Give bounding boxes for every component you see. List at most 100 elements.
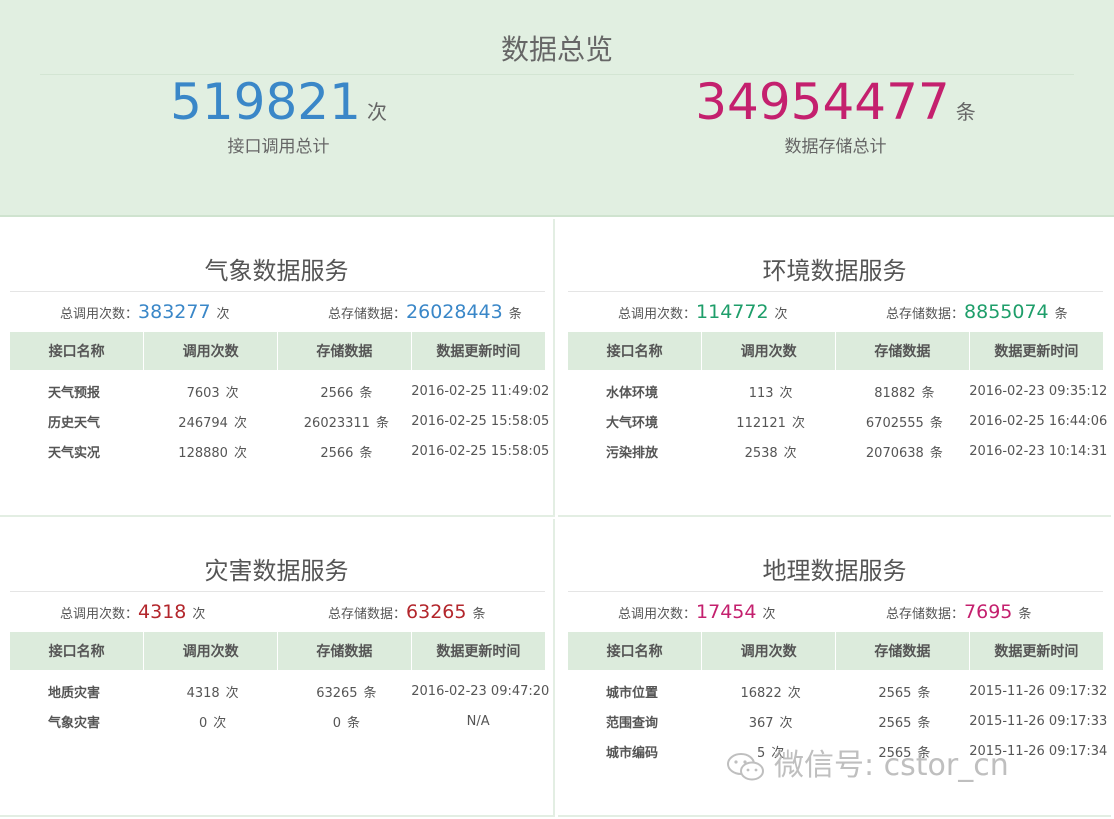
panel-total-calls: 总调用次数：4318 次: [60, 601, 205, 623]
panel-divider: [10, 291, 545, 292]
interface-name: 天气预报: [48, 385, 101, 401]
panel-total-calls: 总调用次数：383277 次: [60, 301, 230, 323]
storage-unit: 条: [472, 607, 486, 622]
call-unit: 次: [233, 415, 247, 431]
row-unit: 条: [917, 715, 931, 731]
call-count: 2538 次: [702, 436, 836, 466]
interface-table: 接口名称 调用次数 存储数据 数据更新时间 地质灾害 4318 次 63265 条 …: [10, 632, 550, 736]
interface-name: 地质灾害: [48, 685, 101, 701]
storage-count: 63265 条: [278, 670, 412, 706]
row-unit: 条: [359, 385, 373, 401]
total-calls-value: 519821: [170, 73, 361, 131]
call-count: 128880 次: [144, 436, 278, 466]
weather-service-panel: 气象数据服务 总调用次数：383277 次 总存储数据：26028443 条 接口名…: [0, 219, 555, 517]
interface-name: 天气实况: [48, 445, 101, 461]
storage-count: 2565 条: [836, 670, 970, 706]
call-count-value: 16822: [740, 685, 782, 701]
table-row[interactable]: 范围查询 367 次 2565 条 2015-11-26 09:17:33: [568, 706, 1107, 736]
row-unit: 条: [917, 685, 931, 701]
row-unit: 条: [921, 385, 935, 401]
total-storage-label: 总存储数据：: [328, 307, 407, 322]
table-row[interactable]: 天气实况 128880 次 2566 条 2016-02-25 15:58:05: [10, 436, 549, 466]
col-storage: 存储数据: [277, 632, 412, 670]
interface-name: 城市位置: [606, 685, 659, 701]
total-storage-label: 总存储数据：: [328, 607, 407, 622]
panel-divider: [568, 291, 1103, 292]
total-calls-unit: 次: [366, 100, 387, 124]
total-storage-unit: 条: [955, 100, 976, 124]
call-count-value: 113: [748, 385, 774, 401]
panel-total-calls-value: 114772: [696, 301, 769, 323]
call-unit: 次: [787, 685, 801, 701]
panel-title: 环境数据服务: [762, 257, 907, 285]
calls-unit: 次: [762, 607, 776, 622]
table-header-row: 接口名称 调用次数 存储数据 数据更新时间: [10, 332, 545, 370]
table-row[interactable]: 污染排放 2538 次 2070638 条 2016-02-23 10:14:31: [568, 436, 1108, 466]
call-count: 113 次: [702, 370, 836, 406]
panel-total-calls-value: 383277: [138, 301, 211, 323]
table-row[interactable]: 历史天气 246794 次 26023311 条 2016-02-25 15:58:…: [10, 406, 550, 436]
table-header-row: 接口名称 调用次数 存储数据 数据更新时间: [568, 632, 1103, 670]
call-count: 246794 次: [144, 406, 278, 436]
panel-title: 气象数据服务: [204, 257, 349, 285]
interface-name: 大气环境: [606, 415, 659, 431]
call-unit: 次: [791, 415, 805, 431]
storage-count: 2566 条: [278, 370, 412, 406]
panel-total-storage-value: 8855074: [964, 301, 1049, 323]
call-count-value: 128880: [178, 445, 228, 461]
storage-value: 26023311: [303, 415, 370, 431]
panel-divider: [10, 591, 545, 592]
updated-time: 2016-02-23 10:14:31: [969, 443, 1108, 459]
row-unit: 条: [375, 415, 389, 431]
updated-time: N/A: [466, 713, 490, 729]
total-storage-label: 总存储数据：: [886, 307, 965, 322]
table-header-row: 接口名称 调用次数 存储数据 数据更新时间: [568, 332, 1103, 370]
panel-total-calls: 总调用次数：114772 次: [618, 301, 788, 323]
call-count: 7603 次: [144, 370, 278, 406]
storage-unit: 条: [1054, 307, 1068, 322]
table-row[interactable]: 地质灾害 4318 次 63265 条 2016-02-23 09:47:20: [10, 670, 550, 706]
panel-total-storage: 总存储数据：63265 条: [328, 601, 485, 623]
panel-total-storage: 总存储数据：7695 条: [886, 601, 1031, 623]
interface-table: 接口名称 调用次数 存储数据 数据更新时间 天气预报 7603 次 2566 条 2…: [10, 332, 550, 466]
col-updated-time: 数据更新时间: [411, 632, 545, 670]
table-row[interactable]: 天气预报 7603 次 2566 条 2016-02-25 11:49:02: [10, 370, 549, 406]
col-interface-name: 接口名称: [10, 332, 145, 370]
storage-value: 2566: [320, 445, 354, 461]
storage-count: 81882 条: [836, 370, 970, 406]
panel-total-storage-value: 7695: [964, 601, 1013, 623]
call-count: 367 次: [702, 706, 836, 736]
interface-name: 气象灾害: [48, 715, 101, 731]
panel-total-calls-value: 4318: [138, 601, 187, 623]
storage-count: 26023311 条: [278, 406, 412, 436]
row-unit: 条: [929, 445, 943, 461]
call-count-value: 2538: [744, 445, 778, 461]
table-row[interactable]: 气象灾害 0次 0条 N/A: [10, 706, 545, 736]
table-row[interactable]: 城市位置 16822 次 2565 条 2015-11-26 09:17:32: [568, 670, 1107, 706]
storage-count: 2565 条: [836, 706, 970, 736]
call-count-value: 4318: [186, 685, 220, 701]
call-unit: 次: [225, 385, 239, 401]
total-storage-value: 34954477: [695, 73, 950, 131]
row-unit: 条: [363, 685, 377, 701]
total-storage-label: 总存储数据：: [886, 607, 965, 622]
col-call-count: 调用次数: [143, 332, 278, 370]
storage-count: 0条: [278, 706, 412, 736]
call-count-value: 0: [198, 715, 208, 731]
updated-time: 2016-02-23 09:47:20: [411, 683, 550, 699]
storage-unit: 条: [1018, 607, 1032, 622]
col-interface-name: 接口名称: [10, 632, 145, 670]
storage-value: 0: [332, 715, 341, 731]
total-calls-label: 总调用次数：: [618, 307, 697, 322]
panel-divider: [568, 591, 1103, 592]
storage-count: 2566 条: [278, 436, 412, 466]
call-unit: 次: [213, 715, 227, 731]
total-calls-stat: 519821 次 接口调用总计: [0, 76, 557, 157]
col-storage: 存储数据: [277, 332, 412, 370]
table-row[interactable]: 大气环境 112121 次 6702555 条 2016-02-25 16:44:0…: [568, 406, 1107, 436]
total-calls-caption: 接口调用总计: [227, 137, 330, 157]
environment-service-panel: 环境数据服务 总调用次数：114772 次 总存储数据：8855074 条 接口名称…: [558, 219, 1111, 517]
table-row[interactable]: 水体环境 113 次 81882 条 2016-02-23 09:35:12: [568, 370, 1107, 406]
updated-time: 2016-02-25 15:58:05: [411, 413, 550, 429]
storage-value: 6702555: [865, 415, 924, 431]
